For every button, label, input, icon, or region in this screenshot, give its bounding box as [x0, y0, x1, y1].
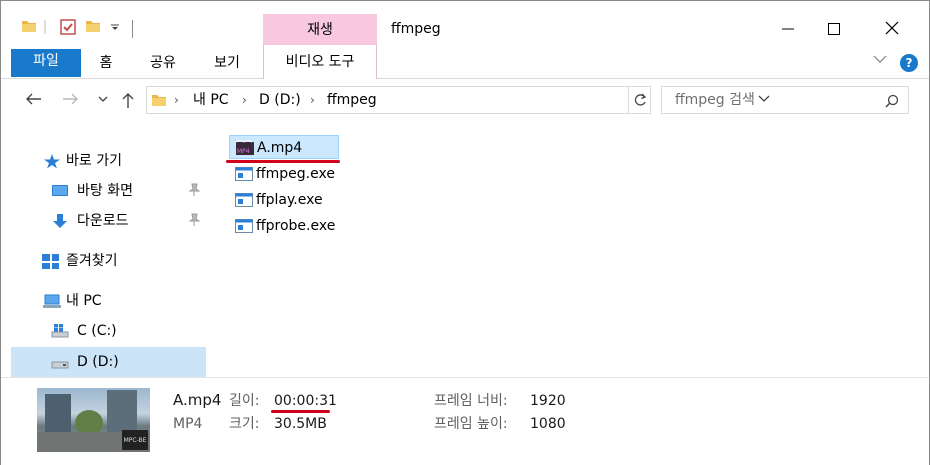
- search-box[interactable]: ffmpeg 검색: [661, 86, 909, 114]
- pin-icon[interactable]: [188, 213, 201, 230]
- maximize-button[interactable]: [811, 15, 857, 45]
- close-icon: [885, 21, 899, 35]
- mp4-file-icon: MP4: [236, 140, 254, 155]
- detail-width-value[interactable]: 1920: [530, 392, 566, 410]
- breadcrumb-separator-icon[interactable]: ›: [174, 91, 179, 109]
- highlight-underline: [271, 410, 330, 413]
- breadcrumb-this-pc[interactable]: 내 PC: [193, 91, 229, 109]
- detail-length-label: 길이:: [229, 393, 260, 409]
- qa-dropdown-icon[interactable]: [109, 18, 121, 34]
- navigation-pane: 바로 가기 바탕 화면 다운로드 즐겨찾기 내 PC C (C:) D (D:): [1, 123, 211, 377]
- file-name: A.mp4: [257, 140, 303, 156]
- search-input[interactable]: ffmpeg 검색: [675, 91, 755, 109]
- ribbon-tabs: 파일 홈 공유 보기 비디오 도구 ?: [1, 45, 929, 79]
- folder-icon: [152, 95, 166, 106]
- video-thumbnail: MPC-BE: [37, 388, 150, 452]
- back-button[interactable]: [24, 91, 42, 112]
- title-bar: 재생 ffmpeg: [1, 1, 929, 46]
- detail-file-type: MP4: [173, 416, 203, 432]
- file-name: ffmpeg.exe: [256, 166, 335, 182]
- search-icon: [885, 94, 899, 108]
- thumb-building: [45, 394, 71, 436]
- breadcrumb-ffmpeg[interactable]: ffmpeg: [327, 91, 377, 109]
- tab-view[interactable]: 보기: [205, 49, 249, 77]
- breadcrumb-separator-icon[interactable]: ›: [310, 91, 315, 109]
- exe-file-icon: [235, 193, 253, 207]
- computer-icon: [43, 294, 61, 308]
- close-button[interactable]: [869, 15, 915, 45]
- arrow-up-icon: [122, 93, 134, 108]
- player-badge-icon: MPC-BE: [122, 430, 148, 450]
- star-icon: [44, 154, 60, 169]
- exe-file-icon: [235, 219, 253, 233]
- breadcrumb-drive-d[interactable]: D (D:): [259, 91, 301, 109]
- svg-text:MP4: MP4: [237, 148, 250, 155]
- expand-ribbon-button[interactable]: [873, 53, 887, 69]
- detail-height-value[interactable]: 1080: [530, 415, 566, 433]
- toolbar-divider: [132, 20, 133, 38]
- detail-file-name: A.mp4: [173, 391, 222, 409]
- nav-label: 다운로드: [77, 213, 129, 229]
- window-title: ffmpeg: [391, 21, 441, 37]
- detail-length-value[interactable]: 00:00:31: [274, 392, 337, 410]
- nav-label: 바로 가기: [66, 153, 122, 169]
- explorer-window: 재생 ffmpeg 파일 홈 공유 보기 비디오 도구 ? › 내 PC › D…: [0, 0, 930, 465]
- tab-video-tools[interactable]: 비디오 도구: [263, 45, 377, 79]
- nav-label: D (D:): [77, 354, 119, 370]
- up-button[interactable]: [120, 91, 136, 114]
- qa-separator-icon: [44, 20, 46, 34]
- pin-icon[interactable]: [188, 183, 201, 200]
- help-button[interactable]: ?: [900, 54, 918, 72]
- exe-file-icon: [235, 167, 253, 181]
- detail-width-label: 프레임 너비:: [434, 393, 508, 409]
- folder-icon[interactable]: [21, 18, 37, 34]
- new-folder-icon[interactable]: [85, 18, 101, 34]
- minimize-icon: [782, 28, 794, 30]
- context-tab-header: 재생: [263, 14, 377, 46]
- forward-button[interactable]: [62, 91, 80, 112]
- refresh-icon: [634, 93, 646, 106]
- minimize-button[interactable]: [765, 15, 811, 45]
- desktop-icon: [52, 185, 68, 196]
- file-list: MP4 A.mp4 ffmpeg.exe ffplay.exe ffprobe.…: [211, 123, 929, 377]
- address-row: › 내 PC › D (D:) › ffmpeg ffmpeg 검색: [1, 79, 929, 123]
- windows-drive-icon: [51, 324, 69, 338]
- tab-home[interactable]: 홈: [89, 49, 123, 77]
- file-name: ffplay.exe: [256, 192, 323, 208]
- chevron-down-icon: [873, 55, 887, 63]
- details-pane: MPC-BE A.mp4 MP4 길이: 00:00:31 크기: 30.5MB…: [1, 377, 929, 465]
- tab-share[interactable]: 공유: [141, 49, 185, 77]
- download-icon: [53, 214, 67, 228]
- nav-label: 즐겨찾기: [66, 253, 118, 269]
- maximize-icon: [828, 23, 840, 35]
- file-name: ffprobe.exe: [256, 218, 336, 234]
- tab-file[interactable]: 파일: [11, 49, 81, 77]
- file-item-a-mp4[interactable]: MP4 A.mp4: [229, 135, 339, 159]
- detail-height-label: 프레임 높이:: [434, 416, 508, 432]
- address-bar[interactable]: › 내 PC › D (D:) › ffmpeg: [146, 86, 770, 114]
- arrow-right-icon: [63, 93, 78, 105]
- recent-locations-button[interactable]: [97, 91, 109, 112]
- detail-size-value[interactable]: 30.5MB: [274, 415, 327, 433]
- properties-icon[interactable]: [59, 18, 77, 36]
- chevron-down-icon: [98, 96, 108, 102]
- nav-label: 내 PC: [66, 293, 102, 309]
- drive-icon: [51, 361, 69, 369]
- favorites-grid-icon: [42, 254, 59, 269]
- arrow-left-icon: [26, 93, 41, 105]
- refresh-button[interactable]: [629, 86, 651, 114]
- detail-size-label: 크기:: [229, 416, 260, 432]
- nav-label: 바탕 화면: [77, 183, 133, 199]
- breadcrumb-separator-icon[interactable]: ›: [242, 91, 247, 109]
- nav-label: C (C:): [77, 323, 117, 339]
